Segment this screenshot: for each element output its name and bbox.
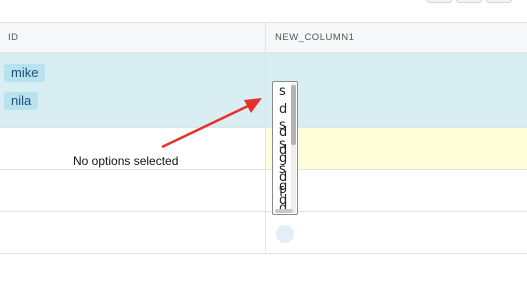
horizontal-scrollbar[interactable]: [275, 209, 293, 213]
active-cell[interactable]: [266, 128, 527, 169]
toolbar-button[interactable]: [456, 0, 482, 3]
table-row[interactable]: [0, 212, 527, 254]
listbox-option[interactable]: d: [279, 103, 287, 117]
table-row[interactable]: mike nila: [0, 53, 527, 128]
id-chip[interactable]: nila: [4, 92, 39, 110]
grid-header: ID NEW_COLUMN1: [0, 22, 527, 53]
listbox-option[interactable]: s: [279, 85, 286, 99]
table-row[interactable]: [0, 170, 527, 212]
annotation-label: No options selected: [73, 154, 179, 168]
data-grid: ID NEW_COLUMN1 mike nila: [0, 22, 527, 254]
scrollbar-thumb[interactable]: [291, 85, 296, 145]
empty-cell-indicator: [276, 225, 294, 243]
multi-select-listbox[interactable]: sdsdsdgsdgfdd: [272, 81, 298, 215]
column-divider: [265, 22, 266, 252]
column-header-id[interactable]: ID: [8, 23, 19, 52]
toolbar-button[interactable]: [486, 0, 512, 3]
id-chip[interactable]: mike: [4, 64, 46, 82]
top-toolbar: [0, 0, 527, 22]
toolbar-button[interactable]: [426, 0, 452, 3]
listbox-scrollbar[interactable]: [291, 83, 296, 213]
column-header-new-column1[interactable]: NEW_COLUMN1: [275, 23, 354, 52]
